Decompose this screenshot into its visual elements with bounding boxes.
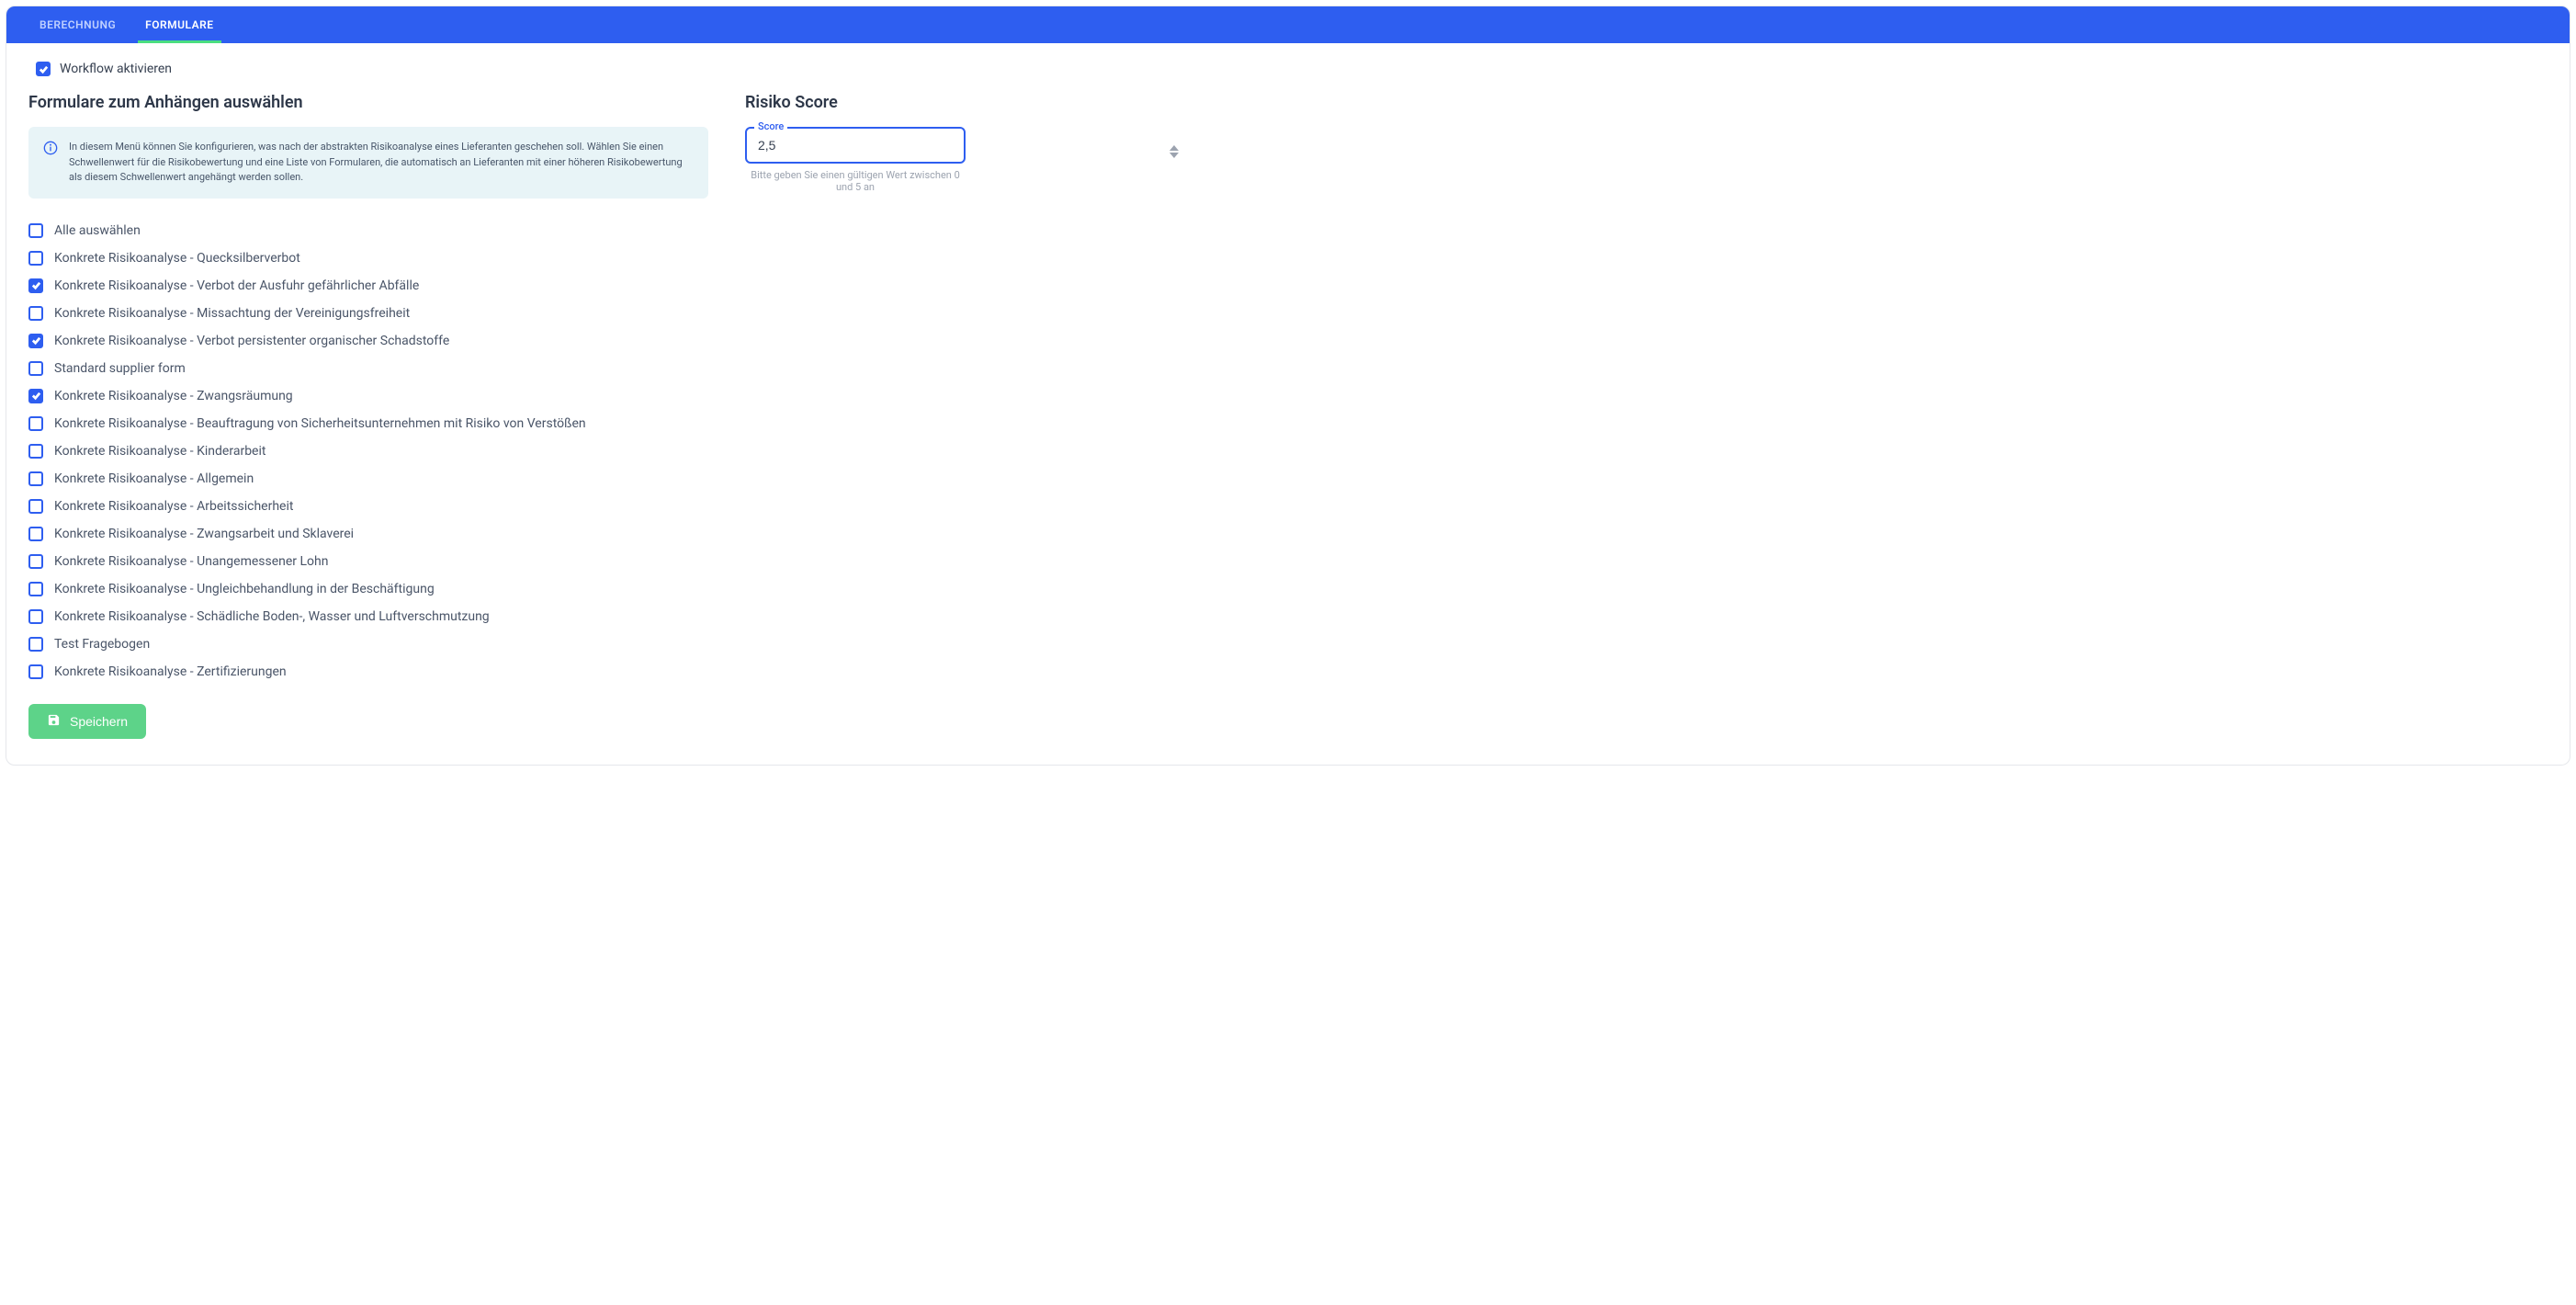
score-step-down[interactable] (1169, 145, 1179, 153)
form-item-label: Konkrete Risikoanalyse - Allgemein (54, 471, 254, 486)
score-step-up[interactable] (1169, 138, 1179, 145)
form-item: Konkrete Risikoanalyse - Verbot persiste… (28, 327, 708, 355)
form-item-label: Konkrete Risikoanalyse - Unangemessener … (54, 554, 328, 569)
form-item: Konkrete Risikoanalyse - Arbeitssicherhe… (28, 493, 708, 520)
form-item-checkbox[interactable] (28, 334, 43, 348)
form-item-label: Konkrete Risikoanalyse - Zertifizierunge… (54, 664, 287, 679)
save-icon (47, 713, 61, 730)
form-item: Konkrete Risikoanalyse - Zwangsarbeit un… (28, 520, 708, 548)
form-item: Test Fragebogen (28, 630, 708, 658)
form-item-checkbox[interactable] (28, 582, 43, 596)
form-item-checkbox[interactable] (28, 527, 43, 541)
form-item: Konkrete Risikoanalyse - Quecksilberverb… (28, 244, 708, 272)
form-item: Standard supplier form (28, 355, 708, 382)
form-item: Konkrete Risikoanalyse - Beauftragung vo… (28, 410, 708, 437)
form-item-label: Konkrete Risikoanalyse - Schädliche Bode… (54, 609, 490, 624)
page-container: BERECHNUNG FORMULARE Workflow aktivieren… (6, 6, 2570, 766)
form-item-checkbox[interactable] (28, 471, 43, 486)
workflow-activate-label: Workflow aktivieren (60, 62, 172, 76)
form-item-checkbox[interactable] (28, 389, 43, 403)
form-item-label: Konkrete Risikoanalyse - Zwangsarbeit un… (54, 527, 354, 541)
form-item-label: Konkrete Risikoanalyse - Zwangsräumung (54, 389, 293, 403)
score-stepper (1169, 138, 1179, 153)
form-item-checkbox[interactable] (28, 223, 43, 238)
form-item: Konkrete Risikoanalyse - Kinderarbeit (28, 437, 708, 465)
tab-berechnung[interactable]: BERECHNUNG (25, 6, 130, 43)
form-item-label: Konkrete Risikoanalyse - Ungleichbehandl… (54, 582, 435, 596)
save-button[interactable]: Speichern (28, 704, 146, 739)
content-area: Workflow aktivieren Formulare zum Anhäng… (6, 43, 2570, 765)
form-item: Konkrete Risikoanalyse - Ungleichbehandl… (28, 575, 708, 603)
info-box: In diesem Menü können Sie konfigurieren,… (28, 127, 708, 199)
form-item: Konkrete Risikoanalyse - Zertifizierunge… (28, 658, 708, 686)
workflow-activate-row: Workflow aktivieren (28, 62, 2548, 76)
form-item-checkbox[interactable] (28, 609, 43, 624)
form-item-label: Konkrete Risikoanalyse - Verbot persiste… (54, 334, 449, 348)
form-item: Konkrete Risikoanalyse - Schädliche Bode… (28, 603, 708, 630)
score-field-label: Score (754, 120, 787, 132)
form-item-label: Konkrete Risikoanalyse - Arbeitssicherhe… (54, 499, 293, 514)
form-item-checkbox[interactable] (28, 251, 43, 266)
score-field: Score (745, 127, 1186, 164)
tab-formulare[interactable]: FORMULARE (130, 6, 228, 43)
form-item-checkbox[interactable] (28, 637, 43, 652)
save-button-label: Speichern (70, 714, 128, 729)
form-item-label: Test Fragebogen (54, 637, 150, 652)
info-icon (43, 141, 58, 155)
score-column: Risiko Score Score Bitte geben Sie einen… (745, 93, 1186, 193)
score-input[interactable] (745, 127, 966, 164)
form-item: Konkrete Risikoanalyse - Verbot der Ausf… (28, 272, 708, 300)
forms-column: Formulare zum Anhängen auswählen In dies… (28, 93, 708, 739)
info-text: In diesem Menü können Sie konfigurieren,… (69, 140, 694, 186)
form-list: Alle auswählen Konkrete Risikoanalyse - Q… (28, 217, 708, 686)
form-item-label: Konkrete Risikoanalyse - Verbot der Ausf… (54, 278, 419, 293)
score-hint: Bitte geben Sie einen gültigen Wert zwis… (745, 169, 966, 193)
workflow-activate-checkbox[interactable] (36, 62, 51, 76)
form-item-checkbox[interactable] (28, 499, 43, 514)
form-item-checkbox[interactable] (28, 361, 43, 376)
form-item-checkbox[interactable] (28, 444, 43, 459)
form-item: Konkrete Risikoanalyse - Missachtung der… (28, 300, 708, 327)
columns-wrapper: Formulare zum Anhängen auswählen In dies… (28, 93, 2548, 739)
form-item-checkbox[interactable] (28, 416, 43, 431)
form-item-label: Konkrete Risikoanalyse - Quecksilberverb… (54, 251, 300, 266)
form-item-label: Standard supplier form (54, 361, 186, 376)
form-item-label: Konkrete Risikoanalyse - Missachtung der… (54, 306, 410, 321)
form-item-checkbox[interactable] (28, 278, 43, 293)
form-item: Konkrete Risikoanalyse - Allgemein (28, 465, 708, 493)
form-item-checkbox[interactable] (28, 306, 43, 321)
forms-section-title: Formulare zum Anhängen auswählen (28, 93, 708, 112)
form-item: Konkrete Risikoanalyse - Unangemessener … (28, 548, 708, 575)
form-item-label: Konkrete Risikoanalyse - Beauftragung vo… (54, 416, 586, 431)
form-item-label: Alle auswählen (54, 223, 141, 238)
form-item-checkbox[interactable] (28, 664, 43, 679)
form-item-checkbox[interactable] (28, 554, 43, 569)
form-item: Alle auswählen (28, 217, 708, 244)
score-section-title: Risiko Score (745, 93, 1186, 112)
tab-bar: BERECHNUNG FORMULARE (6, 6, 2570, 43)
form-item-label: Konkrete Risikoanalyse - Kinderarbeit (54, 444, 266, 459)
form-item: Konkrete Risikoanalyse - Zwangsräumung (28, 382, 708, 410)
